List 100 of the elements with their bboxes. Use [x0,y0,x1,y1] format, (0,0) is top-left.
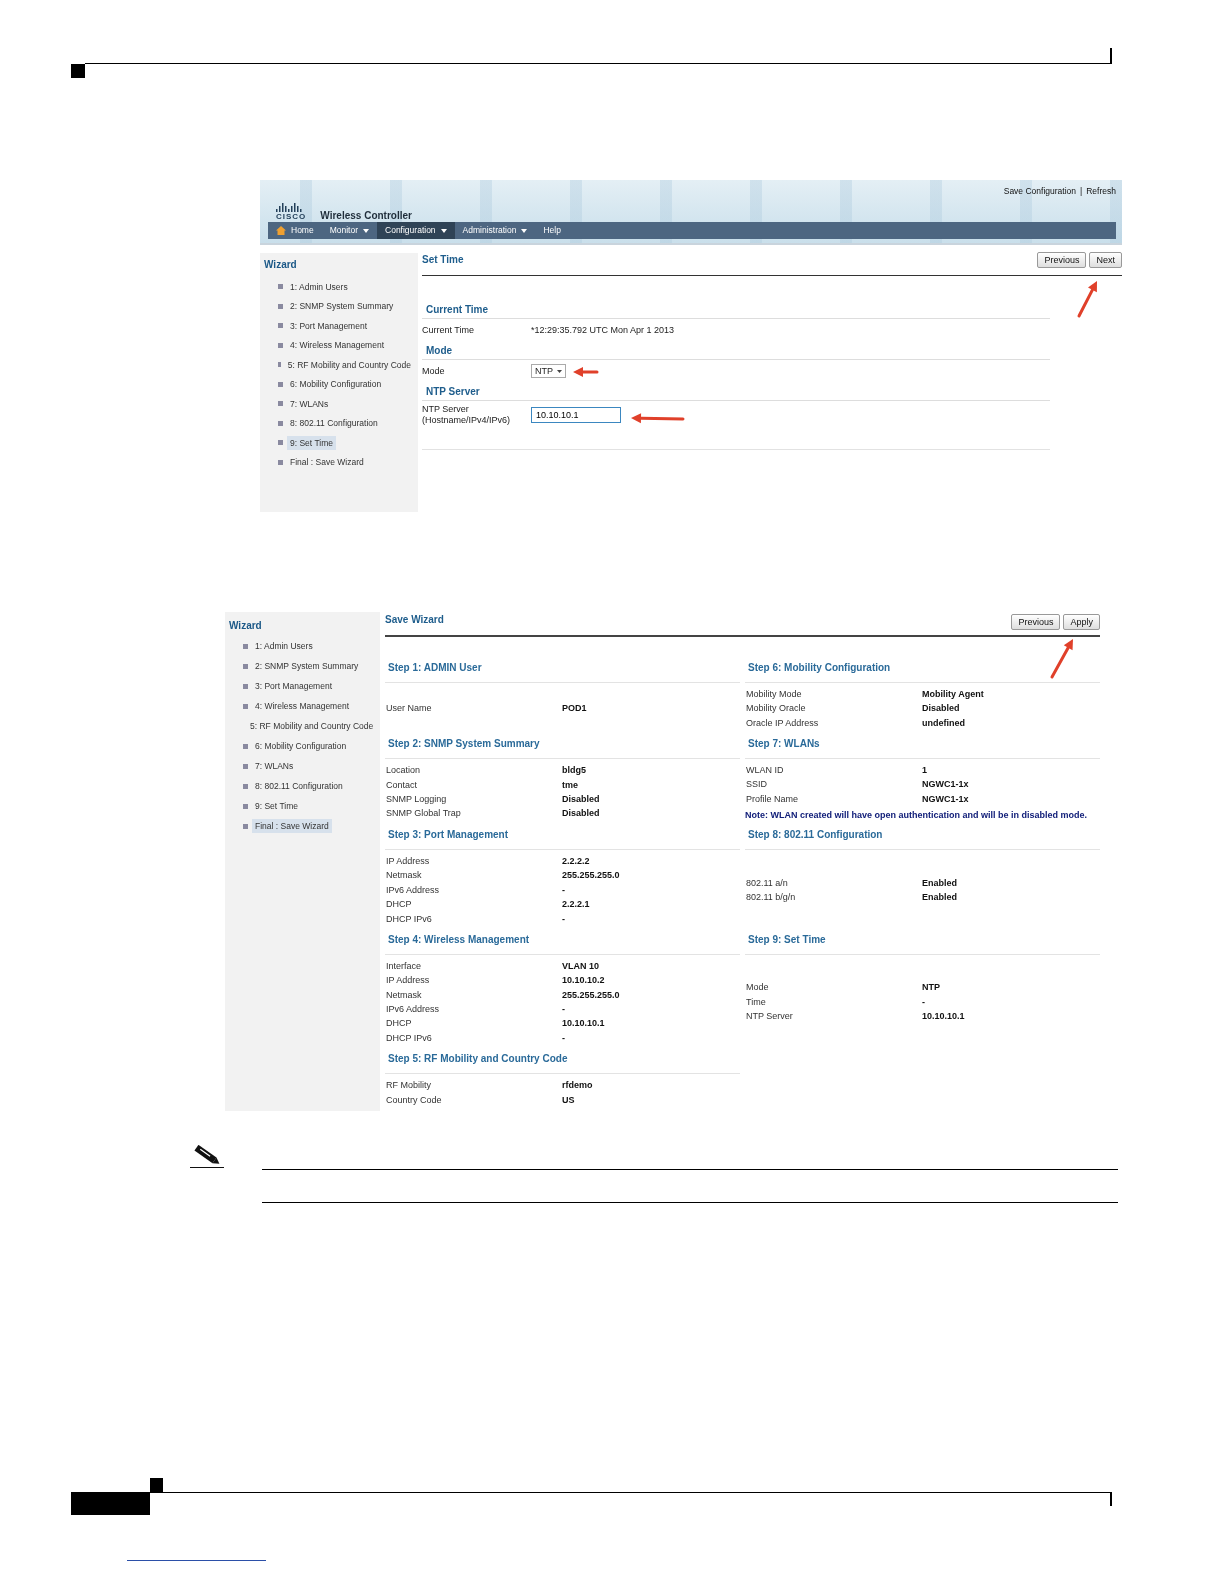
house-icon [276,226,286,235]
field-value: - [562,884,565,896]
corner-marker [71,64,85,78]
field-label: Interface [385,960,423,972]
field-value: 255.255.255.0 [562,989,620,1001]
sidebar-item[interactable]: 1: Admin Users [287,279,351,294]
sidebar-item[interactable]: 6: Mobility Configuration [287,377,385,392]
section-heading: Step 2: SNMP System Summary [385,738,740,760]
bullet-icon [278,401,283,407]
wizard-button[interactable]: Previous [1011,614,1061,630]
sidebar-item[interactable]: 2: SNMP System Summary [252,658,362,674]
header-link[interactable]: Save Configuration [1003,186,1076,222]
bullet-icon [243,663,248,669]
field-label: User Name [385,703,433,714]
field-value: Disabled [562,793,600,805]
bullet-icon [243,783,248,789]
field-value: Disabled [922,703,960,714]
field-value: 10.10.10.1 [922,1011,965,1023]
annotation-arrow [1077,281,1097,318]
sidebar-item[interactable]: 3: Port Management [252,678,335,694]
sidebar-title: Wizard [264,259,298,271]
field-label: Netmask [385,870,423,882]
field-value: 2.2.2.1 [562,899,590,910]
header-link[interactable]: Refresh [1086,186,1116,222]
field-label: Time [745,996,767,1008]
field-label: RF Mobility [385,1080,432,1092]
sidebar-item[interactable]: 7: WLANs [252,758,297,774]
field-label: 802.11 a/n [745,877,789,889]
note-text: Note: WLAN created will have open authentication and will be in disabled mode. [745,810,1089,822]
sidebar-item[interactable]: 6: Mobility Configuration [252,738,350,754]
bullet-icon [278,303,283,309]
menu-item[interactable]: Help [535,222,569,239]
sidebar-title: Wizard [229,620,263,632]
field-label: IPv6 Address [385,1004,441,1015]
bullet-icon [243,683,248,689]
section-heading: Step 8: 802.11 Configuration [745,829,1100,851]
field-value: 10.10.10.1 [562,1018,605,1030]
bullet-icon [243,703,248,709]
field-value: undefined [922,717,965,729]
field-label: NTP Server [745,1011,794,1023]
field-label: Contact [385,779,419,791]
field-value: 10.10.10.2 [562,975,605,987]
sidebar-item[interactable]: 9: Set Time [252,798,301,814]
product-name: Wireless Controller [320,210,412,222]
wizard-button[interactable]: Apply [1063,614,1100,630]
field-value: NGWC1-1x [922,793,969,805]
corner-marker [150,1478,163,1492]
field-value: VLAN 10 [562,960,599,972]
bullet-icon [243,743,248,749]
field-label: WLAN ID [745,764,785,776]
sidebar-item[interactable]: Final : Save Wizard [252,818,332,834]
sidebar-item[interactable]: 4: Wireless Management [252,698,352,714]
field-label: Current Time [422,324,475,336]
bullet-icon [278,284,283,290]
field-label: Mobility Mode [745,688,803,700]
wizard-button[interactable]: Previous [1037,252,1087,268]
sidebar-item[interactable]: 3: Port Management [287,318,370,333]
caret-icon [557,369,562,373]
sidebar-item[interactable]: Final : Save Wizard [287,455,367,470]
sidebar-item[interactable]: 9: Set Time [287,435,336,450]
bullet-icon [278,342,283,348]
bullet-icon [278,459,283,465]
menu-item[interactable]: Home [268,222,322,239]
field-value: tme [562,779,578,791]
field-label: NTP Server (Hostname/IPv4/IPv6) [422,404,512,426]
mode-dropdown[interactable]: NTP [531,364,566,378]
annotation-arrow [631,413,685,424]
section-heading: Current Time [422,300,1050,319]
section-heading: Step 5: RF Mobility and Country Code [385,1053,740,1075]
field-label: Mobility Oracle [745,703,807,714]
sidebar-item[interactable]: 4: Wireless Management [287,338,387,353]
sidebar-item[interactable]: 1: Admin Users [252,638,316,654]
annotation-arrow [1050,639,1073,679]
field-value: NTP [922,982,940,994]
field-label: Profile Name [745,793,800,805]
bullet-icon [243,763,248,769]
sidebar-item[interactable]: 8: 802.11 Configuration [287,416,381,431]
sidebar-item[interactable]: 5: RF Mobility and Country Code [284,357,414,372]
bullet-icon [243,643,248,649]
pencil-icon [190,1145,224,1170]
sidebar-item[interactable]: 8: 802.11 Configuration [252,778,346,794]
field-label: 802.11 b/g/n [745,891,797,903]
field-label: Country Code [385,1094,443,1106]
field-label: IP Address [385,975,431,987]
wizard-button[interactable]: Next [1089,252,1122,268]
field-value: US [562,1094,575,1106]
bullet-icon [278,420,283,426]
menu-item[interactable]: Administration [454,222,536,239]
field-label: Netmask [385,989,423,1001]
sidebar-item[interactable]: 5: RF Mobility and Country Code [247,718,377,734]
sidebar-item[interactable]: 2: SNMP System Summary [287,299,397,314]
menu-item[interactable]: Monitor [321,222,378,239]
ntp-server-field[interactable]: 10.10.10.1 [531,406,621,423]
field-value: bldg5 [562,765,586,776]
field-value: 1 [922,764,927,776]
field-value: *12:29:35.792 UTC Mon Apr 1 2013 [531,324,675,336]
sidebar-item[interactable]: 7: WLANs [287,396,332,411]
page-title: Set Time [422,254,464,266]
bullet-icon [243,803,248,809]
menu-item[interactable]: Configuration [377,222,455,239]
